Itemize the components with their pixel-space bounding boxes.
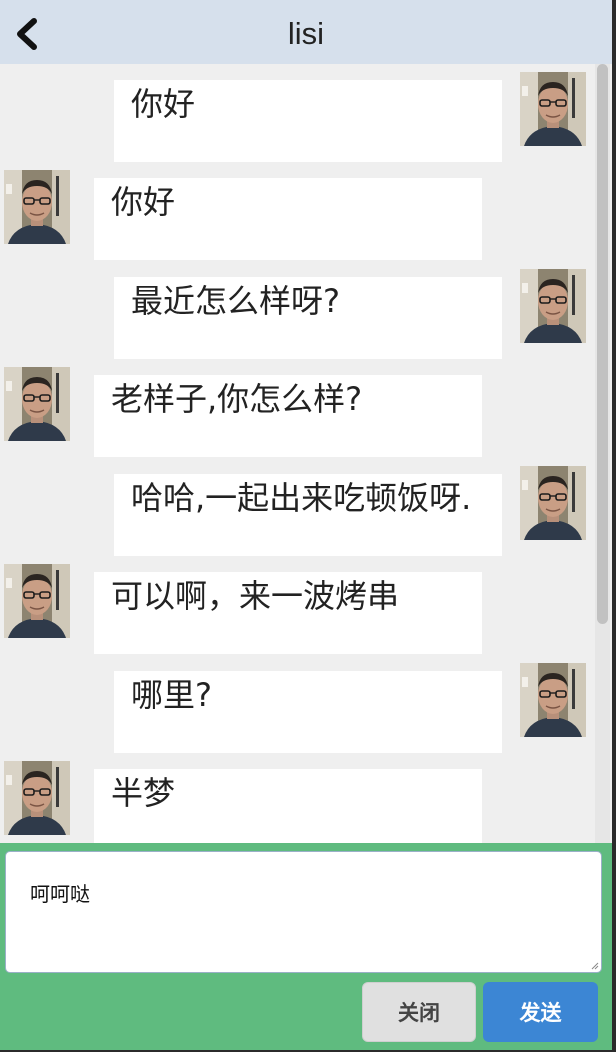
message-bubble: 你好 bbox=[94, 178, 482, 260]
close-button[interactable]: 关闭 bbox=[362, 982, 476, 1042]
message-item: 最近怎么样呀? bbox=[0, 261, 612, 359]
message-scrollbar[interactable] bbox=[595, 64, 610, 843]
resize-grip-icon[interactable] bbox=[591, 962, 599, 970]
message-bubble: 你好 bbox=[114, 80, 502, 162]
portrait-image bbox=[520, 663, 586, 737]
avatar[interactable] bbox=[520, 72, 586, 146]
message-bubble: 半梦 bbox=[94, 769, 482, 843]
chat-app: lisi 你好 你好 最近怎么样呀? 老样子,你怎么样? 哈哈,一起出来吃顿饭呀… bbox=[0, 0, 612, 1050]
portrait-image bbox=[520, 466, 586, 540]
message-item: 你好 bbox=[0, 64, 612, 162]
message-item: 半梦 bbox=[0, 753, 612, 843]
portrait-image bbox=[520, 269, 586, 343]
message-bubble: 哈哈,一起出来吃顿饭呀. bbox=[114, 474, 502, 556]
portrait-image bbox=[4, 367, 70, 441]
message-bubble: 老样子,你怎么样? bbox=[94, 375, 482, 457]
message-bubble: 哪里? bbox=[114, 671, 502, 753]
avatar[interactable] bbox=[4, 170, 70, 244]
avatar[interactable] bbox=[4, 761, 70, 835]
avatar[interactable] bbox=[4, 564, 70, 638]
message-item: 你好 bbox=[0, 162, 612, 260]
message-bubble: 最近怎么样呀? bbox=[114, 277, 502, 359]
chat-header: lisi bbox=[0, 0, 612, 64]
message-item: 哈哈,一起出来吃顿饭呀. bbox=[0, 458, 612, 556]
avatar[interactable] bbox=[520, 663, 586, 737]
message-item: 老样子,你怎么样? bbox=[0, 359, 612, 457]
avatar[interactable] bbox=[520, 466, 586, 540]
message-item: 哪里? bbox=[0, 655, 612, 753]
avatar[interactable] bbox=[520, 269, 586, 343]
chat-title: lisi bbox=[287, 16, 325, 51]
portrait-image bbox=[4, 761, 70, 835]
portrait-image bbox=[4, 170, 70, 244]
send-button[interactable]: 发送 bbox=[483, 982, 598, 1042]
message-item: 可以啊，来一波烤串 bbox=[0, 556, 612, 654]
message-composer: 呵呵哒 关闭 发送 bbox=[0, 843, 612, 1050]
portrait-image bbox=[4, 564, 70, 638]
message-bubble: 可以啊，来一波烤串 bbox=[94, 572, 482, 654]
message-list[interactable]: 你好 你好 最近怎么样呀? 老样子,你怎么样? 哈哈,一起出来吃顿饭呀. 可以啊… bbox=[0, 64, 612, 843]
portrait-image bbox=[520, 72, 586, 146]
message-input[interactable]: 呵呵哒 bbox=[5, 851, 602, 973]
scrollbar-thumb[interactable] bbox=[597, 64, 608, 624]
avatar[interactable] bbox=[4, 367, 70, 441]
